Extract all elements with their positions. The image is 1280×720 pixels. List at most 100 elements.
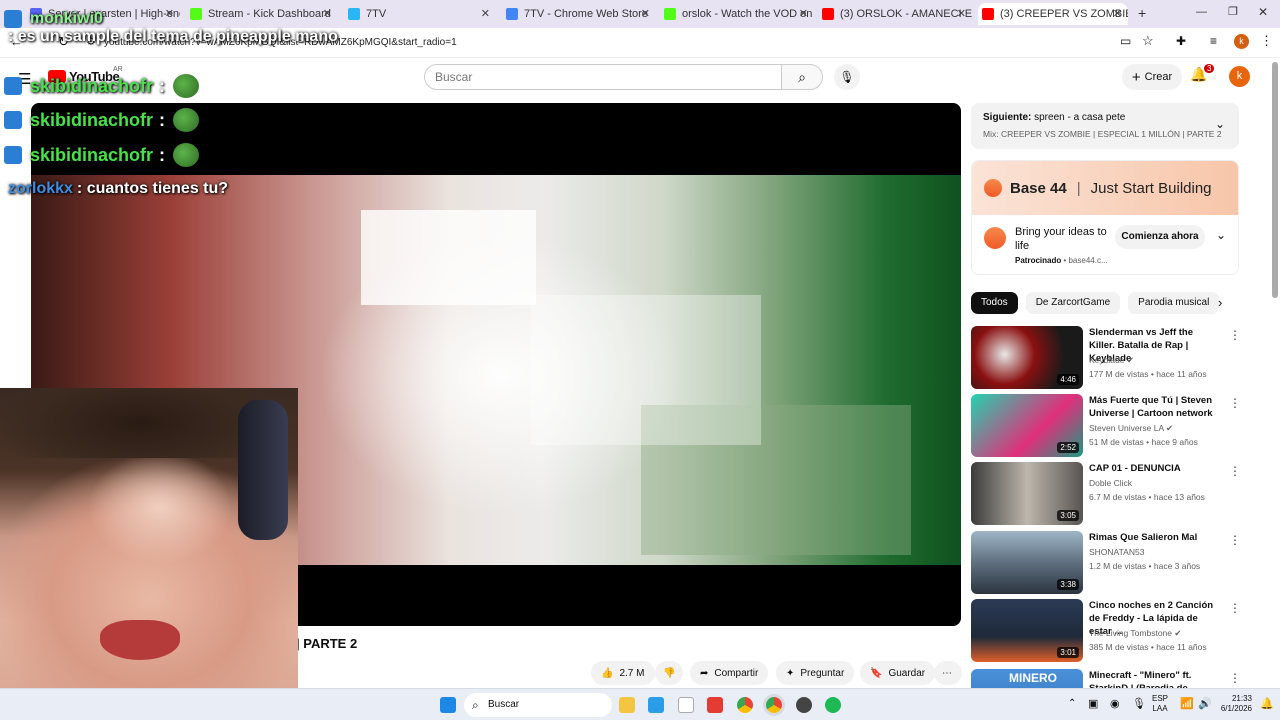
more-actions-button[interactable]: ⋯ xyxy=(934,661,962,685)
ad-card[interactable]: Base 44 | Just Start Building Bring your… xyxy=(971,160,1239,275)
chevron-down-icon[interactable]: ⌄ xyxy=(1216,228,1226,242)
video-thumbnail[interactable]: MINERO xyxy=(971,669,1083,688)
dislike-button[interactable]: 👎 xyxy=(655,661,683,685)
cast-icon[interactable]: ▭ xyxy=(1120,34,1131,48)
video-thumbnail[interactable]: 2:52 xyxy=(971,394,1083,457)
webcam-mouth xyxy=(100,620,180,660)
widgets-icon[interactable] xyxy=(648,697,664,713)
mic-icon: 🎙 xyxy=(839,70,855,84)
close-icon[interactable]: ✕ xyxy=(1113,7,1122,20)
create-button[interactable]: + Crear xyxy=(1122,64,1182,90)
more-vert-icon[interactable]: ⋮ xyxy=(1229,671,1241,685)
7tv-badge-icon xyxy=(4,10,22,28)
chevron-up-icon[interactable]: ⌃ xyxy=(1068,698,1076,709)
close-icon[interactable]: ✕ xyxy=(957,7,966,20)
notifications-button[interactable]: 🔔 3 xyxy=(1190,64,1215,88)
verified-icon: ✔ xyxy=(1174,628,1182,638)
browser-tab[interactable]: orslok - Watch the VOD on Kick ✕ xyxy=(664,3,814,25)
video-meta: 1.2 M de vistas • hace 3 años xyxy=(1089,561,1201,571)
search-button[interactable]: ⌕ xyxy=(781,64,823,90)
more-vert-icon[interactable]: ⋮ xyxy=(1229,464,1241,478)
channel-name[interactable]: The Living Tombstone ✔ xyxy=(1089,628,1182,639)
tray-app-icon[interactable]: ◉ xyxy=(1110,697,1120,710)
volume-icon[interactable]: 🔊 xyxy=(1198,697,1212,710)
channel-name[interactable]: Keyblade ✔ xyxy=(1089,355,1134,366)
channel-name[interactable]: SHONATAN53 xyxy=(1089,547,1144,557)
7tv-badge-icon xyxy=(4,146,22,164)
file-explorer-icon[interactable] xyxy=(619,697,635,713)
language-indicator[interactable]: ESP LAA xyxy=(1152,694,1168,714)
chrome-icon[interactable] xyxy=(737,697,753,713)
chrome-active-icon[interactable] xyxy=(766,697,782,713)
browser-tab[interactable]: (3) ORSLOK - AMANECI EN UN ✕ xyxy=(822,3,972,25)
video-title[interactable]: CAP 01 - DENUNCIA xyxy=(1089,462,1217,475)
tray-app-icon[interactable]: ▣ xyxy=(1088,697,1098,710)
spotify-icon[interactable] xyxy=(825,697,841,713)
video-thumbnail[interactable]: 3:38 xyxy=(971,531,1083,594)
taskbar-search[interactable]: ⌕ Buscar xyxy=(464,693,612,717)
media-icon[interactable]: ≡ xyxy=(1210,34,1217,48)
video-title[interactable]: Rimas Que Salieron Mal xyxy=(1089,531,1217,544)
ask-button[interactable]: ✦ Preguntar xyxy=(776,661,855,685)
pepe-emote-icon xyxy=(173,74,200,98)
close-window-button[interactable]: ✕ xyxy=(1258,5,1268,19)
channel-name[interactable]: Steven Universe LA ✔ xyxy=(1089,423,1173,434)
store-icon[interactable] xyxy=(678,697,694,713)
video-thumbnail[interactable]: 4:46 xyxy=(971,326,1083,389)
like-button[interactable]: 👍 2.7 M xyxy=(591,661,655,685)
chip-parody[interactable]: Parodia musical xyxy=(1128,292,1220,314)
chevron-down-icon[interactable]: ⌄ xyxy=(1215,117,1225,131)
extensions-icon[interactable]: ✚ xyxy=(1176,34,1186,48)
more-vert-icon[interactable]: ⋮ xyxy=(1229,601,1241,615)
video-thumbnail[interactable]: 3:05 xyxy=(971,462,1083,525)
voice-search-button[interactable]: 🎙 xyxy=(834,64,860,90)
close-icon[interactable]: ✕ xyxy=(481,7,490,20)
recommended-video[interactable]: 3:38 Rimas Que Salieron Mal SHONATAN53 1… xyxy=(971,531,1241,595)
more-vert-icon[interactable]: ⋮ xyxy=(1229,328,1241,342)
recommended-video[interactable]: 3:01 Cinco noches en 2 Canción de Freddy… xyxy=(971,599,1241,663)
more-vert-icon[interactable]: ⋮ xyxy=(1229,533,1241,547)
share-button[interactable]: ➦ Compartir xyxy=(690,661,769,685)
obs-icon[interactable] xyxy=(796,697,812,713)
page-scrollbar[interactable] xyxy=(1272,62,1278,298)
ad-cta-button[interactable]: Comienza ahora xyxy=(1115,225,1205,249)
windows-start-icon[interactable] xyxy=(440,697,456,713)
pepe-emote-icon xyxy=(173,143,200,167)
minimize-button[interactable]: — xyxy=(1196,6,1207,18)
wifi-icon[interactable]: 📶 xyxy=(1180,697,1194,710)
menu-icon[interactable]: ⋮ xyxy=(1260,33,1273,49)
channel-name[interactable]: Doble Click xyxy=(1089,478,1132,488)
chip-channel[interactable]: De ZarcortGame xyxy=(1025,292,1121,314)
mic-tray-icon[interactable]: 🎙 xyxy=(1132,697,1146,710)
browser-tab[interactable]: 7TV - Chrome Web Store ✕ xyxy=(506,3,656,25)
recommended-video[interactable]: 3:05 CAP 01 - DENUNCIA Doble Click 6.7 M… xyxy=(971,462,1241,526)
wps-icon[interactable] xyxy=(707,697,723,713)
clock[interactable]: 21:33 6/1/2026 xyxy=(1216,694,1252,714)
notification-icon[interactable]: 🔔 xyxy=(1260,697,1274,710)
more-vert-icon[interactable]: ⋮ xyxy=(1229,396,1241,410)
thumbs-down-icon: 👎 xyxy=(663,667,676,679)
browser-tab-active[interactable]: (3) CREEPER VS ZOMBIE | E ✕ xyxy=(978,3,1128,25)
maximize-button[interactable]: ❐ xyxy=(1228,5,1238,18)
close-icon[interactable]: ✕ xyxy=(799,7,808,20)
recommended-video[interactable]: MINERO Minecraft - "Minero" ft. StarkinD… xyxy=(971,669,1241,688)
chip-all[interactable]: Todos xyxy=(971,292,1018,314)
avatar[interactable]: k xyxy=(1229,66,1250,87)
video-thumbnail[interactable]: 3:01 xyxy=(971,599,1083,662)
up-next-panel[interactable]: Siguiente: spreen - a casa pete Mix: CRE… xyxy=(971,103,1239,149)
video-title[interactable]: Más Fuerte que Tú | Steven Universe | Ca… xyxy=(1089,394,1217,420)
save-button[interactable]: 🔖 Guardar xyxy=(860,661,936,685)
star-icon[interactable]: ☆ xyxy=(1142,33,1154,49)
recommended-video[interactable]: 4:46 Slenderman vs Jeff the Killer. Bata… xyxy=(971,326,1241,390)
ad-banner[interactable]: Base 44 | Just Start Building xyxy=(972,161,1238,215)
ad-divider: | xyxy=(1076,179,1081,197)
profile-avatar[interactable]: k xyxy=(1234,34,1249,49)
taskbar-search-label: Buscar xyxy=(488,699,520,710)
video-title[interactable]: Minecraft - "Minero" ft. StarkinD | (Par… xyxy=(1089,669,1217,688)
close-icon[interactable]: ✕ xyxy=(641,7,650,20)
chevron-right-icon[interactable]: › xyxy=(1218,295,1222,310)
recommended-video[interactable]: 2:52 Más Fuerte que Tú | Steven Universe… xyxy=(971,394,1241,458)
search-input[interactable]: Buscar xyxy=(424,64,782,90)
thumbnail-caption: MINERO xyxy=(1009,671,1057,685)
new-tab-button[interactable]: + xyxy=(1138,5,1146,21)
